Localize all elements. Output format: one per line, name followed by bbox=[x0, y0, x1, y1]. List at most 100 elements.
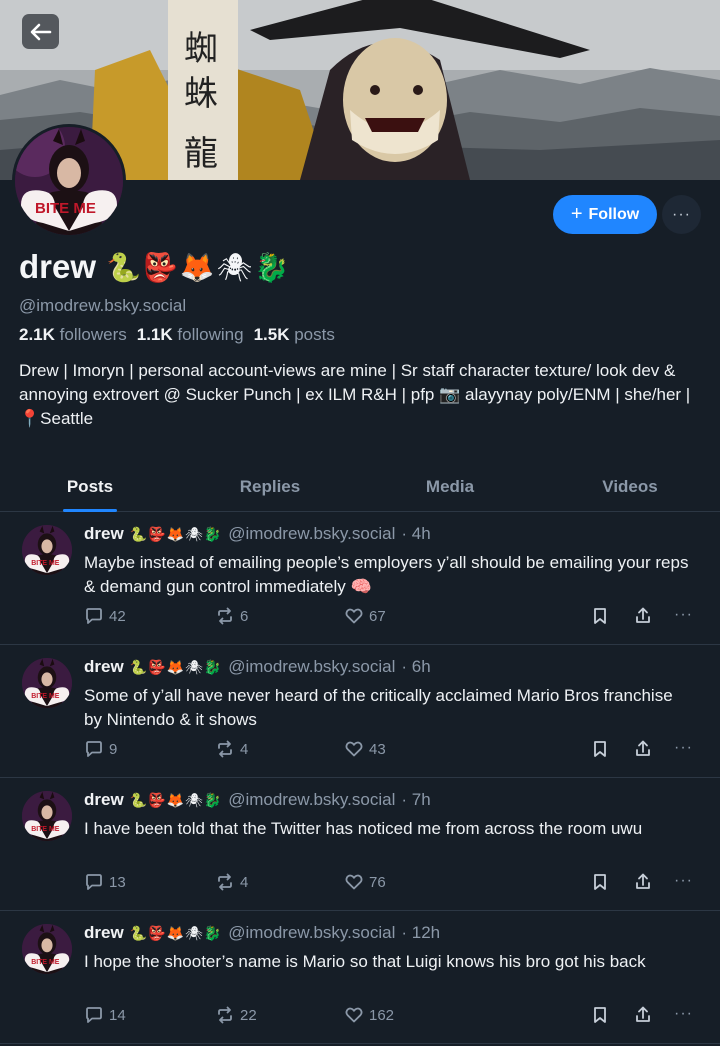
tab-posts[interactable]: Posts bbox=[0, 462, 180, 511]
bookmark-button[interactable] bbox=[590, 606, 610, 626]
post-actions: 9 4 43 ··· bbox=[84, 739, 700, 761]
reply-button[interactable]: 42 bbox=[84, 606, 126, 626]
like-button[interactable]: 43 bbox=[344, 739, 386, 759]
like-button[interactable]: 162 bbox=[344, 1005, 394, 1025]
avatar-text: BITE ME bbox=[31, 959, 60, 966]
following-count: 1.1K bbox=[136, 325, 173, 344]
post-timestamp[interactable]: · 12h bbox=[401, 923, 440, 943]
post[interactable]: BITE ME drew 🐍👺🦊🕷🐉 @imodrew.bsky.social ·… bbox=[0, 911, 720, 1044]
post[interactable]: BITE ME drew 🐍👺🦊🕷🐉 @imodrew.bsky.social ·… bbox=[0, 778, 720, 911]
post-author-emojis: 🐍👺🦊🕷🐉 bbox=[129, 525, 223, 542]
tab-videos[interactable]: Videos bbox=[540, 462, 720, 511]
post-header: drew 🐍👺🦊🕷🐉 @imodrew.bsky.social · 12h bbox=[84, 923, 440, 943]
bookmark-button[interactable] bbox=[590, 739, 610, 759]
reply-count: 14 bbox=[109, 1006, 126, 1024]
followers-label: followers bbox=[59, 325, 127, 344]
post-author-name[interactable]: drew bbox=[84, 524, 124, 544]
posts-label: posts bbox=[294, 325, 335, 344]
repost-count: 4 bbox=[240, 740, 249, 758]
repost-button[interactable]: 4 bbox=[215, 872, 248, 892]
post-more-button[interactable]: ··· bbox=[674, 872, 693, 890]
display-name-emojis: 🐍👺🦊🕷🐉 bbox=[106, 251, 292, 283]
post-author-handle[interactable]: @imodrew.bsky.social bbox=[228, 790, 395, 810]
tab-replies[interactable]: Replies bbox=[180, 462, 360, 511]
post-more-button[interactable]: ··· bbox=[674, 1005, 693, 1023]
avatar-text: BITE ME bbox=[31, 826, 60, 833]
like-count: 162 bbox=[369, 1006, 395, 1024]
more-icon: ··· bbox=[674, 1005, 693, 1022]
heart-icon bbox=[345, 608, 363, 624]
post-author-name[interactable]: drew bbox=[84, 923, 124, 943]
post-actions: 42 6 67 ··· bbox=[84, 606, 700, 628]
post-more-button[interactable]: ··· bbox=[674, 739, 693, 757]
share-icon bbox=[636, 873, 650, 889]
tab-media[interactable]: Media bbox=[360, 462, 540, 511]
post[interactable]: BITE ME drew 🐍👺🦊🕷🐉 @imodrew.bsky.social ·… bbox=[0, 512, 720, 645]
repost-count: 6 bbox=[240, 607, 249, 625]
reply-button[interactable]: 9 bbox=[84, 739, 117, 759]
post-timestamp[interactable]: · 4h bbox=[401, 524, 430, 544]
like-button[interactable]: 76 bbox=[344, 872, 386, 892]
post-timestamp[interactable]: · 6h bbox=[401, 657, 430, 677]
posts-feed: BITE ME drew 🐍👺🦊🕷🐉 @imodrew.bsky.social ·… bbox=[0, 512, 720, 1044]
post-author-emojis: 🐍👺🦊🕷🐉 bbox=[129, 791, 223, 808]
repost-button[interactable]: 22 bbox=[215, 1005, 257, 1025]
repost-button[interactable]: 4 bbox=[215, 739, 248, 759]
repost-button[interactable]: 6 bbox=[215, 606, 248, 626]
repost-icon bbox=[218, 1006, 232, 1024]
back-button[interactable] bbox=[22, 14, 59, 49]
share-button[interactable] bbox=[633, 1005, 653, 1025]
post-author-name[interactable]: drew bbox=[84, 790, 124, 810]
repost-icon bbox=[218, 607, 232, 625]
share-button[interactable] bbox=[633, 739, 653, 759]
reply-count: 42 bbox=[109, 607, 126, 625]
reply-icon bbox=[86, 608, 102, 624]
more-icon: ··· bbox=[674, 739, 693, 756]
heart-icon bbox=[345, 741, 363, 757]
post-more-button[interactable]: ··· bbox=[674, 606, 693, 624]
avatar-image: BITE ME bbox=[22, 658, 72, 708]
profile-avatar[interactable]: BITE ME bbox=[12, 124, 126, 238]
like-count: 43 bbox=[369, 740, 386, 758]
post-author-handle[interactable]: @imodrew.bsky.social bbox=[228, 923, 395, 943]
share-button[interactable] bbox=[633, 606, 653, 626]
post-header: drew 🐍👺🦊🕷🐉 @imodrew.bsky.social · 7h bbox=[84, 790, 431, 810]
post-avatar[interactable]: BITE ME bbox=[22, 525, 72, 575]
post-timestamp[interactable]: · 7h bbox=[401, 790, 430, 810]
svg-text:龍: 龍 bbox=[184, 134, 218, 174]
post-avatar[interactable]: BITE ME bbox=[22, 791, 72, 841]
svg-text:蜘: 蜘 bbox=[184, 29, 218, 69]
post-author-name[interactable]: drew bbox=[84, 657, 124, 677]
reply-button[interactable]: 13 bbox=[84, 872, 126, 892]
share-button[interactable] bbox=[633, 872, 653, 892]
following-stat[interactable]: 1.1K following bbox=[137, 325, 244, 345]
arrow-left-icon bbox=[30, 23, 51, 40]
post-text: Some of y’all have never heard of the cr… bbox=[84, 686, 673, 729]
bookmark-button[interactable] bbox=[590, 872, 610, 892]
follow-button[interactable]: + Follow bbox=[553, 195, 657, 234]
avatar-image: BITE ME bbox=[22, 525, 72, 575]
post-author-handle[interactable]: @imodrew.bsky.social bbox=[228, 657, 395, 677]
post-text: I have been told that the Twitter has no… bbox=[84, 819, 643, 838]
profile-bio: Drew | Imoryn | personal account-views a… bbox=[19, 361, 691, 428]
post-avatar[interactable]: BITE ME bbox=[22, 658, 72, 708]
follow-button-label: Follow bbox=[588, 205, 640, 223]
followers-stat[interactable]: 2.1K followers bbox=[19, 325, 127, 345]
reply-button[interactable]: 14 bbox=[84, 1005, 126, 1025]
display-name: drew 🐍👺🦊🕷🐉 bbox=[19, 248, 291, 286]
bookmark-icon bbox=[594, 874, 606, 890]
like-button[interactable]: 67 bbox=[344, 606, 386, 626]
more-icon: ··· bbox=[674, 872, 693, 889]
post-header: drew 🐍👺🦊🕷🐉 @imodrew.bsky.social · 6h bbox=[84, 657, 431, 677]
repost-icon bbox=[218, 873, 232, 891]
more-options-button[interactable]: ··· bbox=[662, 195, 701, 234]
post-author-handle[interactable]: @imodrew.bsky.social bbox=[228, 524, 395, 544]
followers-count: 2.1K bbox=[19, 325, 55, 344]
repost-icon bbox=[218, 740, 232, 758]
post-avatar[interactable]: BITE ME bbox=[22, 924, 72, 974]
post[interactable]: BITE ME drew 🐍👺🦊🕷🐉 @imodrew.bsky.social ·… bbox=[0, 645, 720, 778]
heart-icon bbox=[345, 1007, 363, 1023]
svg-text:蛛: 蛛 bbox=[184, 74, 218, 114]
bookmark-button[interactable] bbox=[590, 1005, 610, 1025]
reply-icon bbox=[86, 1007, 102, 1023]
